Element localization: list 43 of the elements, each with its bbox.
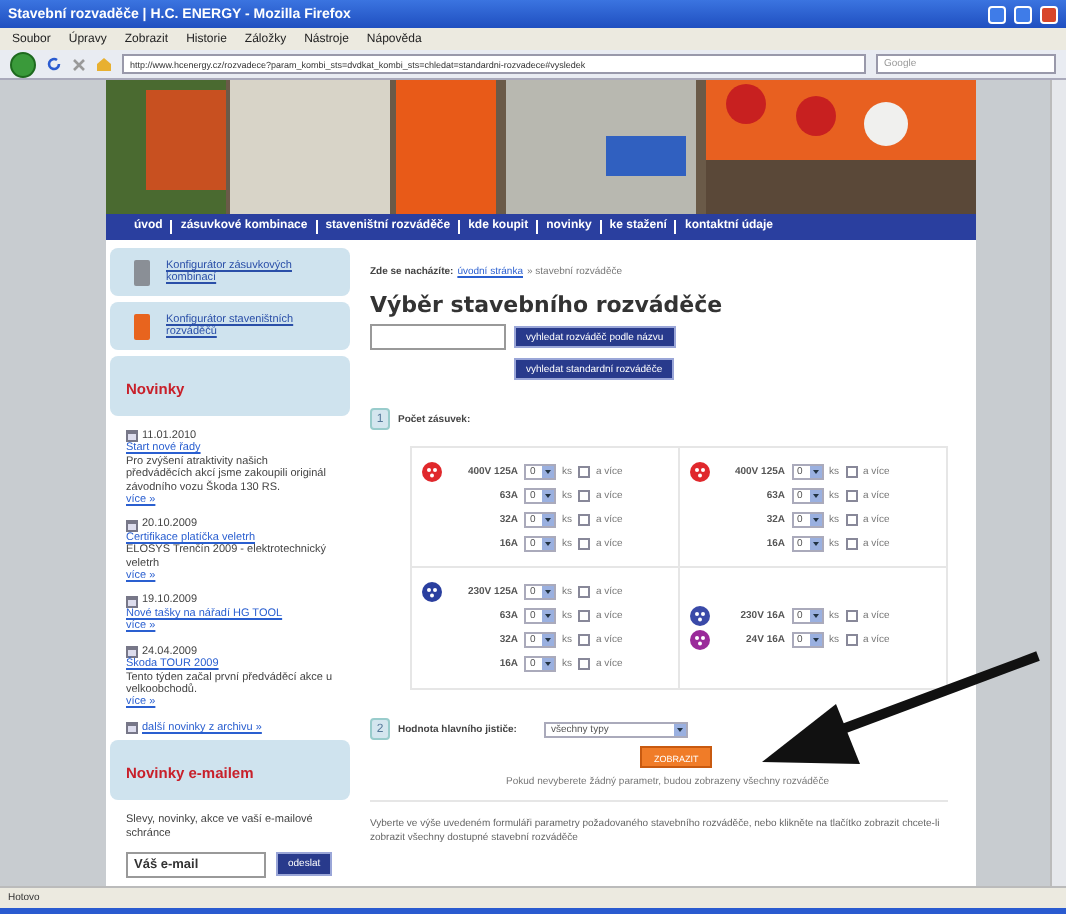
dropdown-caret-icon bbox=[542, 513, 554, 526]
calendar-icon bbox=[126, 645, 138, 658]
page-heading: Výběr stavebního rozváděče bbox=[370, 292, 725, 319]
stop-icon[interactable] bbox=[72, 57, 86, 71]
dropdown-caret-icon bbox=[809, 465, 821, 478]
dropdown-caret-icon bbox=[809, 489, 821, 502]
more-checkbox[interactable] bbox=[845, 489, 857, 502]
name-search-field[interactable] bbox=[370, 324, 506, 351]
dropdown-caret-icon bbox=[542, 634, 554, 647]
more-checkbox[interactable] bbox=[578, 465, 590, 478]
dropdown-caret-icon bbox=[542, 465, 554, 478]
dropdown-caret-icon bbox=[674, 723, 687, 736]
dropdown-caret-icon bbox=[809, 610, 821, 623]
more-checkbox[interactable] bbox=[578, 489, 590, 502]
maximize-button[interactable] bbox=[1014, 5, 1032, 23]
reload-icon[interactable] bbox=[46, 56, 62, 72]
dropdown-caret-icon bbox=[542, 658, 554, 671]
dropdown-caret-icon bbox=[809, 537, 821, 550]
more-checkbox[interactable] bbox=[578, 658, 590, 671]
more-checkbox[interactable] bbox=[578, 610, 590, 623]
more-checkbox[interactable] bbox=[578, 537, 590, 550]
calendar-icon bbox=[126, 430, 138, 443]
more-checkbox[interactable] bbox=[845, 465, 857, 478]
more-checkbox[interactable] bbox=[845, 537, 857, 550]
calendar-icon bbox=[126, 721, 138, 734]
minimize-button[interactable] bbox=[988, 5, 1006, 23]
more-checkbox[interactable] bbox=[578, 513, 590, 526]
dropdown-caret-icon bbox=[542, 489, 554, 502]
calendar-icon bbox=[126, 595, 138, 608]
back-button[interactable] bbox=[10, 51, 36, 77]
close-button[interactable] bbox=[1040, 5, 1058, 23]
dropdown-caret-icon bbox=[809, 634, 821, 647]
more-checkbox[interactable] bbox=[578, 586, 590, 599]
dropdown-caret-icon bbox=[542, 610, 554, 623]
more-checkbox[interactable] bbox=[845, 513, 857, 526]
more-checkbox[interactable] bbox=[845, 634, 857, 647]
more-checkbox[interactable] bbox=[578, 634, 590, 647]
more-checkbox[interactable] bbox=[845, 610, 857, 623]
dropdown-caret-icon bbox=[542, 537, 554, 550]
calendar-icon bbox=[126, 519, 138, 532]
scrollbar[interactable] bbox=[1050, 80, 1066, 886]
dropdown-caret-icon bbox=[809, 513, 821, 526]
dropdown-caret-icon bbox=[542, 586, 554, 599]
